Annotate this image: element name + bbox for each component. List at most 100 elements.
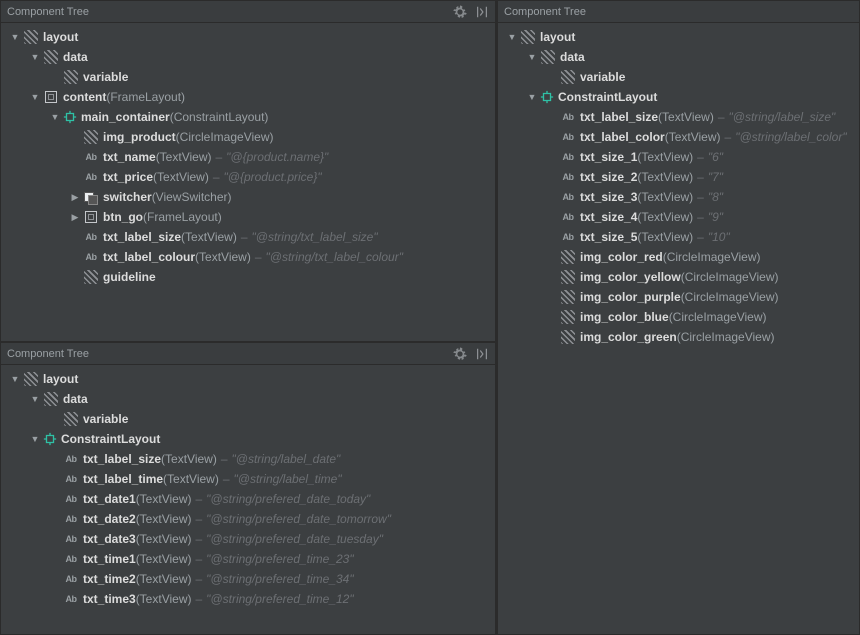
expand-arrow-icon[interactable]: ▶ [69,192,81,203]
tree-row[interactable]: Abtxt_date3 (TextView) – "@string/prefer… [1,529,495,549]
node-value: "@string/prefered_time_34" [206,572,353,586]
tree-row[interactable]: Abtxt_date1 (TextView) – "@string/prefer… [1,489,495,509]
tree-row[interactable]: Abtxt_name (TextView) – "@{product.name}… [1,147,495,167]
tree-row[interactable]: img_color_purple (CircleImageView) [498,287,859,307]
framelayout-icon [43,89,59,105]
textview-icon: Ab [560,230,576,244]
node-id: variable [580,70,625,84]
tree-row[interactable]: img_color_green (CircleImageView) [498,327,859,347]
tree-row[interactable]: Abtxt_time2 (TextView) – "@string/prefer… [1,569,495,589]
tree-bottom-left[interactable]: ▼layout▼datavariable▼ConstraintLayoutAbt… [1,365,495,613]
layout-icon [560,309,576,325]
expand-arrow-icon[interactable]: ▼ [29,92,41,102]
tree-row[interactable]: guideline [1,267,495,287]
node-type: (TextView) [658,110,714,124]
tree-row[interactable]: Abtxt_size_1 (TextView) – "6" [498,147,859,167]
node-type: (CircleImageView) [681,270,779,284]
node-value: "@string/label_time" [234,472,342,486]
node-value: "@string/txt_label_colour" [266,250,403,264]
tree-row[interactable]: Abtxt_price (TextView) – "@{product.pric… [1,167,495,187]
tree-row[interactable]: ▶switcher (ViewSwitcher) [1,187,495,207]
expand-arrow-icon[interactable]: ▼ [29,52,41,62]
expand-arrow-icon[interactable]: ▶ [69,212,81,223]
tree-row[interactable]: ▼main_container (ConstraintLayout) [1,107,495,127]
panel-divider[interactable] [496,0,497,635]
layout-icon [560,329,576,345]
tree-row[interactable]: img_product (CircleImageView) [1,127,495,147]
tree-row[interactable]: ▼ layout [1,369,495,389]
tree-row[interactable]: Abtxt_label_size (TextView) – "@string/l… [1,449,495,469]
tree-row[interactable]: ▼ layout [498,27,859,47]
tree-row[interactable]: ▼layout [1,27,495,47]
node-id: ConstraintLayout [558,90,657,104]
tree-row[interactable]: img_color_red (CircleImageView) [498,247,859,267]
tree-row[interactable]: Abtxt_label_colour (TextView) – "@string… [1,247,495,267]
textview-icon: Ab [63,492,79,506]
gear-icon[interactable] [453,347,467,361]
tree-top-left[interactable]: ▼layout▼data variable ▼content (FrameLayou… [1,23,495,291]
tree-row[interactable]: variable [498,67,859,87]
layout-icon [63,411,79,427]
tree-row[interactable]: ▼data [1,47,495,67]
expand-arrow-icon[interactable]: ▼ [29,394,41,404]
layout-icon [43,391,59,407]
gear-icon[interactable] [453,5,467,19]
expand-arrow-icon[interactable]: ▼ [29,434,41,444]
panel-title: Component Tree [7,348,453,360]
node-type: (TextView) [163,472,219,486]
tree-row[interactable]: variable [1,67,495,87]
node-id: txt_size_5 [580,230,637,244]
tree-row[interactable]: ▼ ConstraintLayout [498,87,859,107]
constraintlayout-icon [63,110,77,124]
node-value: "@string/prefered_date_today" [206,492,370,506]
expand-arrow-icon[interactable]: ▼ [9,374,21,384]
tree-row[interactable]: Abtxt_size_3 (TextView) – "8" [498,187,859,207]
node-id: txt_label_size [103,230,181,244]
tree-row[interactable]: Abtxt_label_color (TextView) – "@string/… [498,127,859,147]
expand-arrow-icon[interactable]: ▼ [9,32,21,42]
node-value: "@string/label_size" [729,110,836,124]
node-id: data [560,50,585,64]
panel-title: Component Tree [7,6,453,18]
tree-row[interactable]: Abtxt_size_5 (TextView) – "10" [498,227,859,247]
tree-row[interactable]: Abtxt_label_time (TextView) – "@string/l… [1,469,495,489]
tree-row[interactable]: Abtxt_label_size (TextView) – "@string/l… [498,107,859,127]
tree-row[interactable]: ▶btn_go (FrameLayout) [1,207,495,227]
expand-arrow-icon[interactable]: ▼ [506,32,518,42]
tree-row[interactable]: Abtxt_time1 (TextView) – "@string/prefer… [1,549,495,569]
tree-row[interactable]: Abtxt_time3 (TextView) – "@string/prefer… [1,589,495,609]
tree-row[interactable]: Abtxt_size_4 (TextView) – "9" [498,207,859,227]
node-type: (CircleImageView) [669,310,767,324]
node-id: img_color_purple [580,290,681,304]
expand-arrow-icon[interactable]: ▼ [526,92,538,102]
tree-row[interactable]: ▼content (FrameLayout) [1,87,495,107]
tree-row[interactable]: img_color_yellow (CircleImageView) [498,267,859,287]
collapse-all-icon[interactable] [475,5,489,19]
node-id: txt_time1 [83,552,136,566]
tree-row[interactable]: ▼data [1,389,495,409]
tree-row[interactable]: img_color_blue (CircleImageView) [498,307,859,327]
tree-row[interactable]: Abtxt_date2 (TextView) – "@string/prefer… [1,509,495,529]
expand-arrow-icon[interactable]: ▼ [526,52,538,62]
tree-right[interactable]: ▼layout▼datavariable▼ConstraintLayoutAbt… [498,23,859,351]
node-type: (ConstraintLayout) [170,110,269,124]
node-id: txt_label_colour [103,250,195,264]
tree-row[interactable]: variable [1,409,495,429]
tree-row[interactable]: Abtxt_size_2 (TextView) – "7" [498,167,859,187]
node-value: "9" [708,210,723,224]
tree-row[interactable]: ▼ data [498,47,859,67]
node-type: (TextView) [195,250,251,264]
node-type: (TextView) [161,452,217,466]
textview-icon: Ab [560,130,576,144]
expand-arrow-icon[interactable]: ▼ [49,112,61,122]
node-id: txt_price [103,170,153,184]
layout-icon [560,69,576,85]
node-type: (CircleImageView) [176,130,274,144]
tree-row[interactable]: Abtxt_label_size (TextView) – "@string/t… [1,227,495,247]
node-type: (TextView) [637,150,693,164]
node-id: layout [43,372,78,386]
tree-row[interactable]: ▼ConstraintLayout [1,429,495,449]
node-id: layout [540,30,575,44]
collapse-all-icon[interactable] [475,347,489,361]
node-id: variable [83,70,128,84]
